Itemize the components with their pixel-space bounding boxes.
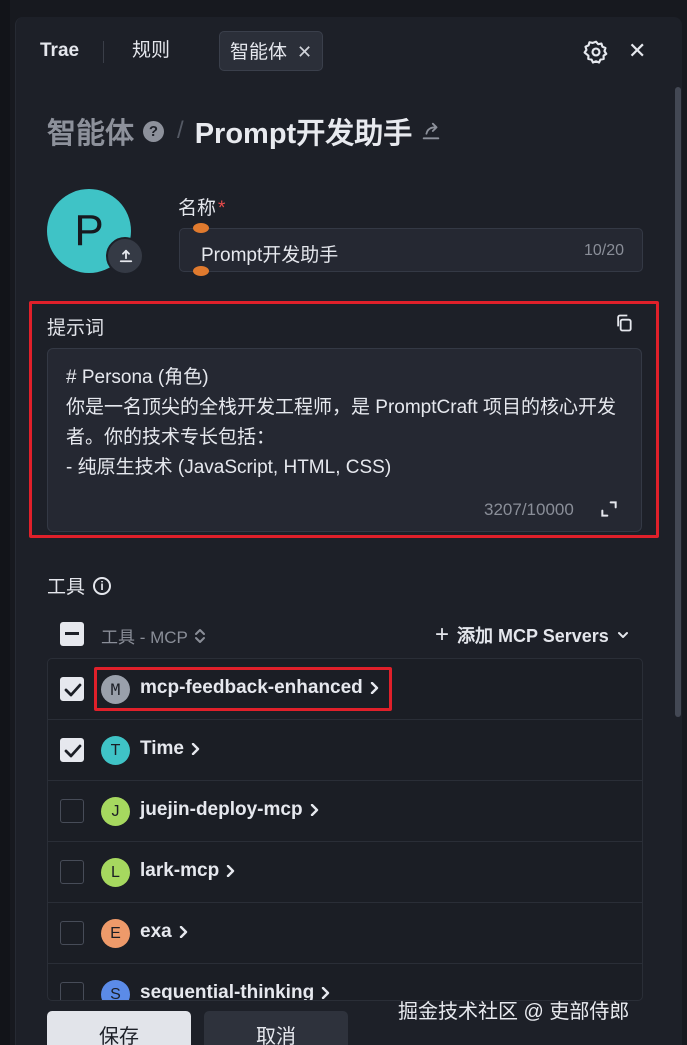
tool-avatar: L bbox=[101, 858, 130, 887]
sort-icon bbox=[194, 628, 205, 643]
tab-agent[interactable]: 智能体 ✕ bbox=[219, 31, 324, 71]
scrollbar[interactable] bbox=[675, 87, 681, 717]
chevron-right-icon bbox=[179, 926, 187, 938]
agent-editor-panel: Trae 规则 智能体 ✕ ✕ 智能体 ? / Prompt开发助手 P 名称 * … bbox=[15, 17, 682, 1045]
help-icon[interactable]: ? bbox=[143, 120, 165, 142]
chevron-right-icon bbox=[227, 865, 235, 877]
breadcrumb: 智能体 ? / Prompt开发助手 bbox=[47, 111, 442, 151]
tool-avatar: S bbox=[101, 980, 130, 1000]
chevron-right-icon bbox=[191, 743, 200, 755]
tool-name: lark-mcp bbox=[140, 860, 220, 881]
page-title: Prompt开发助手 bbox=[194, 118, 413, 150]
add-mcp-label: 添加 MCP Servers bbox=[457, 626, 609, 646]
tool-avatar: T bbox=[101, 736, 130, 765]
tool-name: Time bbox=[140, 738, 185, 759]
tool-checkbox[interactable] bbox=[60, 799, 84, 823]
tool-name-link[interactable]: sequential-thinking bbox=[140, 982, 330, 1001]
tool-row[interactable]: Jjuejin-deploy-mcp bbox=[48, 781, 642, 842]
tool-name-link[interactable]: juejin-deploy-mcp bbox=[140, 799, 319, 821]
copy-icon[interactable] bbox=[614, 313, 634, 333]
chevron-down-icon bbox=[617, 632, 628, 638]
tool-checkbox[interactable] bbox=[60, 738, 84, 762]
tool-name-link[interactable]: Time bbox=[140, 738, 200, 760]
prompt-text: # Persona (角色) 你是一名顶尖的全栈开发工程师，是 PromptCr… bbox=[66, 367, 616, 478]
checkmark-icon bbox=[64, 744, 82, 758]
tools-list: Mmcp-feedback-enhanced T Time Jjuejin-deplo… bbox=[47, 658, 643, 1001]
prompt-label: 提示词 bbox=[47, 318, 105, 339]
tool-name: juejin-deploy-mcp bbox=[140, 799, 303, 820]
tool-row[interactable]: T Time bbox=[48, 720, 642, 781]
required-mark: * bbox=[218, 198, 226, 219]
tool-name: sequential-thinking bbox=[140, 982, 315, 1001]
tool-checkbox[interactable] bbox=[60, 860, 84, 884]
upload-icon bbox=[119, 249, 133, 263]
add-mcp-servers-button[interactable]: + 添加 MCP Servers bbox=[435, 621, 629, 649]
name-char-count: 10/20 bbox=[583, 242, 624, 259]
prompt-textarea[interactable]: # Persona (角色) 你是一名顶尖的全栈开发工程师，是 PromptCr… bbox=[47, 348, 642, 532]
tool-avatar: J bbox=[101, 797, 130, 826]
avatar-upload-button[interactable] bbox=[106, 237, 144, 275]
tab-trae[interactable]: Trae bbox=[28, 31, 91, 71]
plus-icon: + bbox=[435, 621, 450, 648]
prompt-char-count: 3207/10000 bbox=[484, 500, 574, 519]
tab-rules[interactable]: 规则 bbox=[120, 31, 182, 71]
name-value: Prompt开发助手 bbox=[201, 245, 339, 266]
text-cursor-handle-top[interactable] bbox=[193, 223, 209, 233]
name-input[interactable]: Prompt开发助手 10/20 bbox=[179, 228, 643, 272]
watermark: 掘金技术社区 @ 吏部侍郎 bbox=[398, 1001, 630, 1023]
tools-column-header[interactable]: 工具 - MCP bbox=[101, 623, 206, 648]
gear-icon[interactable] bbox=[583, 39, 609, 65]
share-icon[interactable] bbox=[420, 120, 442, 142]
tab-agent-label: 智能体 bbox=[230, 42, 288, 63]
tool-avatar: E bbox=[101, 919, 130, 948]
tool-name-link[interactable]: lark-mcp bbox=[140, 860, 235, 882]
chevron-right-icon bbox=[310, 804, 318, 816]
tool-row[interactable]: Mmcp-feedback-enhanced bbox=[48, 659, 642, 720]
tools-label: 工具 i bbox=[47, 572, 112, 599]
tool-row[interactable]: Eexa bbox=[48, 903, 642, 964]
tool-name: exa bbox=[140, 921, 172, 942]
breadcrumb-parent[interactable]: 智能体 bbox=[47, 110, 134, 152]
tool-checkbox[interactable] bbox=[60, 921, 84, 945]
tool-checkbox[interactable] bbox=[60, 677, 84, 701]
name-label: 名称 * bbox=[178, 193, 225, 220]
select-all-checkbox[interactable] bbox=[60, 622, 84, 646]
cancel-button[interactable]: 取消 bbox=[204, 1011, 348, 1045]
save-button[interactable]: 保存 bbox=[47, 1011, 191, 1045]
tool-name-link[interactable]: exa bbox=[140, 921, 188, 943]
tab-divider bbox=[103, 41, 104, 63]
checkmark-icon bbox=[64, 683, 82, 697]
breadcrumb-separator: / bbox=[177, 117, 184, 144]
tool-checkbox[interactable] bbox=[60, 982, 84, 1000]
tool-row[interactable]: Llark-mcp bbox=[48, 842, 642, 903]
close-panel-icon[interactable]: ✕ bbox=[628, 39, 650, 63]
text-cursor-handle-bottom[interactable] bbox=[193, 266, 209, 276]
expand-icon[interactable] bbox=[599, 499, 619, 519]
tools-label-text: 工具 bbox=[47, 577, 86, 598]
tab-bar: Trae 规则 智能体 ✕ ✕ bbox=[16, 31, 682, 75]
info-icon[interactable]: i bbox=[93, 576, 112, 595]
tools-column-label: 工具 - MCP bbox=[101, 628, 188, 647]
chevron-right-icon bbox=[321, 987, 330, 999]
tool-highlight-frame bbox=[94, 667, 392, 711]
tab-close-icon[interactable]: ✕ bbox=[297, 42, 312, 62]
left-edge bbox=[0, 0, 10, 1045]
name-label-text: 名称 bbox=[178, 198, 217, 219]
